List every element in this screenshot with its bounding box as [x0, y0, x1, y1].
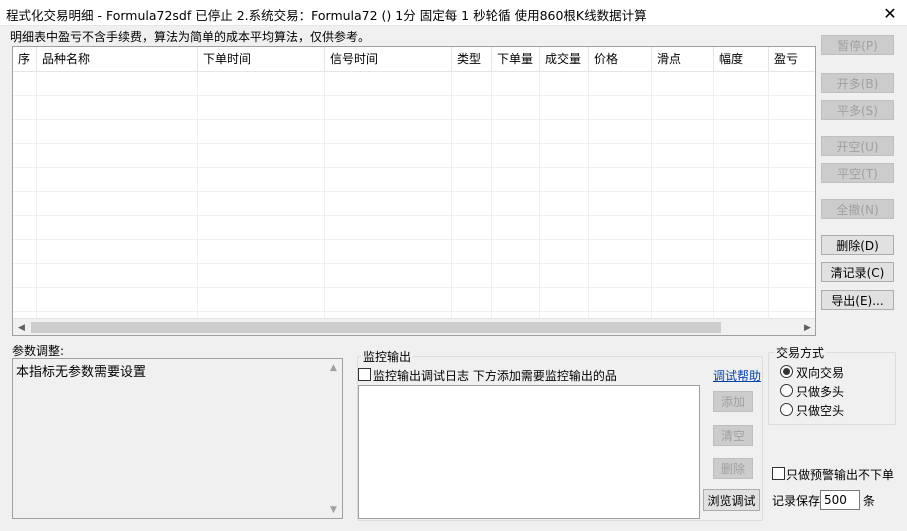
radio-short-only[interactable]	[780, 403, 793, 416]
table-grid-column-line	[651, 72, 652, 318]
clear-button[interactable]: 清空	[713, 425, 753, 446]
table-grid-line	[13, 167, 815, 168]
close-long-button[interactable]: 平多(S)	[821, 100, 894, 120]
window-title: 程式化交易明细 - Formula72sdf 已停止 2.系统交易：Formul…	[6, 8, 647, 23]
column-header-order-qty[interactable]: 下单量	[492, 47, 540, 72]
monitor-debug-checkbox[interactable]	[358, 368, 371, 381]
column-header-type[interactable]: 类型	[452, 47, 492, 72]
scroll-right-icon[interactable]: ▶	[799, 319, 815, 335]
table-grid-line	[13, 263, 815, 264]
keep-records-unit: 条	[863, 494, 876, 508]
table-grid-line	[13, 287, 815, 288]
table-grid-line	[13, 311, 815, 312]
table-grid-column-line	[539, 72, 540, 318]
column-header-signal-time[interactable]: 信号时间	[325, 47, 452, 72]
trade-mode-legend: 交易方式	[774, 344, 827, 361]
monitor-output-legend: 监控输出	[361, 348, 414, 365]
table-grid-line	[13, 95, 815, 96]
radio-short-only-label[interactable]: 只做空头	[796, 402, 844, 419]
table-grid-column-line	[451, 72, 452, 318]
table-grid-column-line	[36, 72, 37, 318]
table-grid-column-line	[491, 72, 492, 318]
close-icon[interactable]: ✕	[873, 0, 907, 26]
keep-records-input[interactable]	[820, 490, 860, 510]
table-grid-column-line	[324, 72, 325, 318]
column-header-symbol[interactable]: 品种名称	[37, 47, 198, 72]
alert-only-label[interactable]: 只做预警输出不下单	[786, 466, 894, 483]
column-header-filled-qty[interactable]: 成交量	[540, 47, 589, 72]
scroll-down-icon[interactable]: ▼	[325, 501, 342, 518]
table-grid-column-line	[768, 72, 769, 318]
params-textarea[interactable]: 本指标无参数需要设置 ▲ ▼	[12, 358, 343, 519]
monitor-debug-label[interactable]: 监控输出调试日志 下方添加需要监控输出的品	[373, 367, 617, 384]
scroll-up-icon[interactable]: ▲	[325, 359, 342, 376]
radio-long-only[interactable]	[780, 384, 793, 397]
table-grid-column-line	[197, 72, 198, 318]
radio-both-directions[interactable]	[780, 365, 793, 378]
vertical-scrollbar[interactable]: ▲ ▼	[325, 359, 342, 518]
horizontal-scrollbar[interactable]: ◀ ▶	[13, 318, 815, 335]
params-text: 本指标无参数需要设置	[16, 365, 147, 380]
remove-button[interactable]: 删除	[713, 458, 753, 479]
table-grid-line	[13, 191, 815, 192]
title-bar: 程式化交易明细 - Formula72sdf 已停止 2.系统交易：Formul…	[0, 0, 907, 26]
pause-button[interactable]: 暂停(P)	[821, 35, 894, 55]
export-button[interactable]: 导出(E)...	[821, 290, 894, 310]
debug-help-link[interactable]: 调试帮助	[713, 367, 761, 384]
table-grid-line	[13, 143, 815, 144]
column-header-index[interactable]: 序	[13, 47, 37, 72]
trade-detail-table[interactable]: 序 品种名称 下单时间 信号时间 类型 下单量 成交量 价格 滑点 幅度 盈亏 …	[12, 46, 816, 336]
table-header: 序 品种名称 下单时间 信号时间 类型 下单量 成交量 价格 滑点 幅度 盈亏	[13, 47, 815, 72]
alert-only-checkbox[interactable]	[772, 467, 785, 480]
column-header-price[interactable]: 价格	[589, 47, 652, 72]
table-grid-line	[13, 239, 815, 240]
column-header-order-time[interactable]: 下单时间	[198, 47, 325, 72]
column-header-slippage[interactable]: 滑点	[652, 47, 714, 72]
cancel-all-button[interactable]: 全撤(N)	[821, 199, 894, 219]
table-grid-column-line	[588, 72, 589, 318]
column-header-pnl[interactable]: 盈亏	[769, 47, 815, 72]
scrollbar-thumb[interactable]	[31, 322, 721, 333]
table-body	[13, 72, 815, 318]
monitor-symbol-list[interactable]	[358, 385, 700, 519]
table-grid-column-line	[713, 72, 714, 318]
table-grid-line	[13, 119, 815, 120]
keep-records-label: 记录保存	[772, 494, 821, 508]
radio-long-only-label[interactable]: 只做多头	[796, 383, 844, 400]
open-long-button[interactable]: 开多(B)	[821, 73, 894, 93]
column-header-range[interactable]: 幅度	[714, 47, 769, 72]
close-short-button[interactable]: 平空(T)	[821, 163, 894, 183]
disclaimer-note: 明细表中盈亏不含手续费，算法为简单的成本平均算法，仅供参考。	[10, 30, 371, 44]
table-grid-line	[13, 215, 815, 216]
open-short-button[interactable]: 开空(U)	[821, 136, 894, 156]
add-button[interactable]: 添加	[713, 391, 753, 412]
params-label: 参数调整:	[12, 344, 65, 358]
browse-debug-button[interactable]: 浏览调试	[703, 489, 760, 511]
scroll-left-icon[interactable]: ◀	[13, 319, 30, 335]
clear-records-button[interactable]: 清记录(C)	[821, 262, 894, 282]
radio-both-directions-label[interactable]: 双向交易	[796, 364, 844, 381]
delete-button[interactable]: 删除(D)	[821, 235, 894, 255]
